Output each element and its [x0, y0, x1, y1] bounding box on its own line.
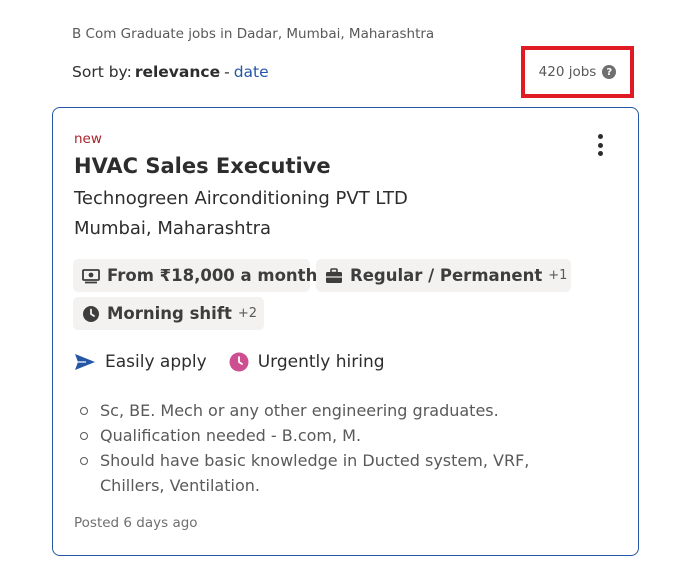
job-type-more: +1	[548, 268, 568, 283]
job-card[interactable]: new HVAC Sales Executive Technogreen Air…	[52, 107, 639, 556]
sort-separator: -	[224, 63, 230, 81]
easily-apply-label: Easily apply	[105, 352, 207, 372]
snippet-item: Qualification needed - B.com, M.	[79, 423, 559, 448]
help-icon[interactable]: ?	[602, 65, 617, 79]
company-name: Technogreen Airconditioning PVT LTD	[74, 188, 408, 209]
salary-tag: From ₹18,000 a month	[73, 259, 317, 292]
job-location: Mumbai, Maharashtra	[74, 218, 272, 239]
job-type-tag: Regular / Permanent +1	[316, 259, 571, 292]
sort-relevance-active: relevance	[134, 63, 221, 81]
sort-label: Sort by:	[72, 63, 132, 81]
job-count-text: 420 jobs	[538, 64, 597, 80]
money-icon	[82, 268, 100, 284]
job-count: 420 jobs ?	[521, 46, 634, 98]
job-type-label: Regular / Permanent	[350, 266, 543, 285]
urgently-hiring-feature: Urgently hiring	[229, 352, 385, 372]
urgent-clock-icon	[229, 352, 249, 372]
send-icon	[75, 354, 95, 370]
job-features: Easily apply Urgently hiring	[74, 352, 407, 372]
more-options-icon[interactable]	[595, 132, 605, 158]
job-title[interactable]: HVAC Sales Executive	[74, 154, 331, 178]
sort-bar: Sort by: relevance - date	[72, 63, 269, 81]
search-results-page: B Com Graduate jobs in Dadar, Mumbai, Ma…	[0, 0, 675, 579]
new-badge: new	[74, 131, 102, 147]
shift-tag: Morning shift +2	[73, 297, 264, 330]
snippet-item: Should have basic knowledge in Ducted sy…	[79, 448, 559, 498]
shift-more: +2	[237, 306, 258, 321]
sort-date-link[interactable]: date	[234, 63, 269, 81]
urgently-hiring-label: Urgently hiring	[257, 352, 385, 372]
snippet-item: Sc, BE. Mech or any other engineering gr…	[79, 398, 559, 423]
salary-label: From ₹18,000 a month	[107, 266, 318, 285]
briefcase-icon	[325, 267, 343, 284]
breadcrumb: B Com Graduate jobs in Dadar, Mumbai, Ma…	[72, 26, 435, 42]
easily-apply-feature: Easily apply	[74, 352, 207, 372]
posted-date: Posted 6 days ago	[74, 515, 198, 531]
shift-label: Morning shift	[107, 304, 232, 323]
job-snippet: Sc, BE. Mech or any other engineering gr…	[79, 398, 559, 498]
clock-icon	[82, 305, 100, 323]
